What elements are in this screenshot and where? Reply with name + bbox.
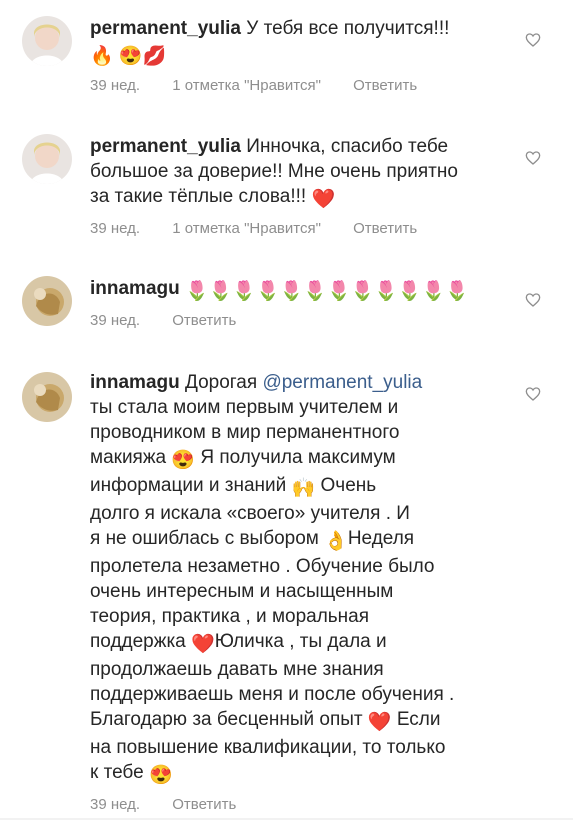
like-button[interactable] (525, 292, 541, 308)
comment-line: Если (396, 709, 441, 730)
mention-link[interactable]: @permanent_yulia (262, 372, 422, 393)
heart-emoji: ❤️ (191, 634, 215, 655)
greeting: Дорогая (185, 372, 258, 393)
comment-line: теория, практика , и моральная (90, 606, 370, 627)
heart-outline-icon (525, 293, 541, 307)
comment-line: поддерживаешь меня и после обучения . (90, 684, 455, 705)
like-button[interactable] (525, 386, 541, 402)
comment-line: Благодарю за бесценный опыт (90, 709, 363, 730)
avatar[interactable] (22, 372, 72, 422)
comment: innamagu Дорогая @permanent_yulia ты ста… (0, 368, 573, 813)
heart-eyes-emoji: 😍 (148, 765, 173, 786)
tulip-emoji-row: 🌷🌷🌷🌷🌷🌷🌷🌷🌷🌷🌷🌷 (185, 281, 469, 302)
comment-line: проводником в мир перманентного (90, 422, 400, 443)
comment-line: за такие тёплые слова!!! (90, 186, 307, 207)
likes-count[interactable]: 1 отметка "Нравится" (172, 77, 321, 94)
username[interactable]: innamagu (90, 278, 180, 299)
comment: permanent_yulia У тебя все получится!!! … (0, 10, 573, 100)
comment-line: долго я искала «своего» учителя . И (90, 503, 410, 524)
comment-line: Очень (320, 475, 377, 496)
avatar[interactable] (22, 16, 72, 66)
timestamp: 39 нед. (90, 312, 141, 329)
avatar-image (22, 16, 72, 66)
comment-line: Юличка , ты дала и (214, 631, 387, 652)
comment: innamagu 🌷🌷🌷🌷🌷🌷🌷🌷🌷🌷🌷🌷 39 нед. Ответить (0, 270, 573, 340)
comment-meta: 39 нед. Ответить (90, 796, 520, 813)
like-button[interactable] (525, 150, 541, 166)
divider (0, 818, 573, 820)
comment-line: очень интересным и насыщенным (90, 581, 394, 602)
comment-line: макияжа (90, 447, 167, 468)
comment: permanent_yulia Инночка, спасибо тебе бо… (0, 130, 573, 250)
comment-line: информации и знаний (90, 475, 287, 496)
comment-line: пролетела незаметно . Обучение было (90, 556, 435, 577)
avatar-image (22, 134, 72, 184)
username[interactable]: innamagu (90, 372, 180, 393)
comment-line: Неделя (347, 528, 415, 549)
avatar[interactable] (22, 276, 72, 326)
comment-meta: 39 нед. 1 отметка "Нравится" Ответить (90, 77, 520, 94)
comment-text: innamagu 🌷🌷🌷🌷🌷🌷🌷🌷🌷🌷🌷🌷 (90, 276, 520, 304)
comment-text: permanent_yulia Инночка, спасибо тебе бо… (90, 134, 520, 212)
like-button[interactable] (525, 32, 541, 48)
heart-outline-icon (525, 151, 541, 165)
reply-button[interactable]: Ответить (172, 312, 236, 329)
comment-meta: 39 нед. Ответить (90, 312, 520, 329)
reply-button[interactable]: Ответить (353, 77, 417, 94)
comment-text: permanent_yulia У тебя все получится!!! … (90, 16, 520, 69)
hands-emoji: 🙌 (291, 478, 316, 499)
heart-emoji: ❤️ (311, 189, 336, 210)
reply-button[interactable]: Ответить (353, 220, 417, 237)
heart-outline-icon (525, 387, 541, 401)
comment-line: большое за доверие!! Мне очень приятно (90, 161, 458, 182)
heart-eyes-emoji: 😍 (171, 450, 196, 471)
comment-line: Инночка, спасибо тебе (246, 136, 449, 157)
avatar-image (22, 372, 72, 422)
comment-text: innamagu Дорогая @permanent_yulia ты ста… (90, 370, 520, 788)
timestamp: 39 нед. (90, 796, 141, 813)
ok-hand-emoji: 👌 (324, 531, 348, 552)
emoji-group: 🔥 😍💋 (90, 46, 167, 67)
comment-line: поддержка (90, 631, 186, 652)
comment-body: У тебя все получится!!! (246, 18, 450, 39)
avatar[interactable] (22, 134, 72, 184)
likes-count[interactable]: 1 отметка "Нравится" (172, 220, 321, 237)
comment-line: продолжаешь давать мне знания (90, 659, 384, 680)
comment-meta: 39 нед. 1 отметка "Нравится" Ответить (90, 220, 520, 237)
reply-button[interactable]: Ответить (172, 796, 236, 813)
heart-outline-icon (525, 33, 541, 47)
username[interactable]: permanent_yulia (90, 136, 241, 157)
heart-emoji: ❤️ (367, 712, 392, 733)
comment-line: Я получила максимум (200, 447, 396, 468)
comment-line: я не ошиблась с выбором (90, 528, 319, 549)
timestamp: 39 нед. (90, 220, 141, 237)
timestamp: 39 нед. (90, 77, 141, 94)
comment-line: на повышение квалификации, то только (90, 737, 446, 758)
comment-line: ты стала моим первым учителем и (90, 397, 399, 418)
avatar-image (22, 276, 72, 326)
username[interactable]: permanent_yulia (90, 18, 241, 39)
comment-line: к тебе (90, 762, 144, 783)
